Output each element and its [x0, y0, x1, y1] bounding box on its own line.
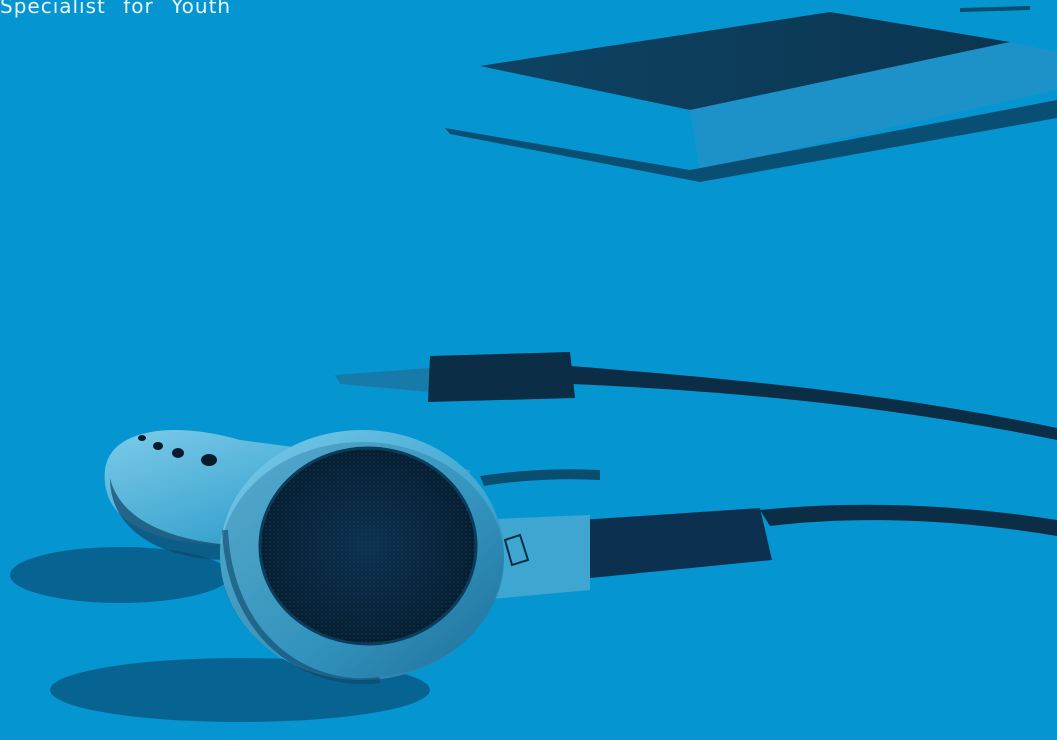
music-player-icon — [445, 6, 1057, 182]
caption-text: Specialist for Youth — [0, 0, 232, 18]
cable-jack-top — [335, 352, 1057, 440]
page: Specialist for Youth — [0, 0, 1057, 740]
earphones-photo — [10, 6, 1057, 722]
